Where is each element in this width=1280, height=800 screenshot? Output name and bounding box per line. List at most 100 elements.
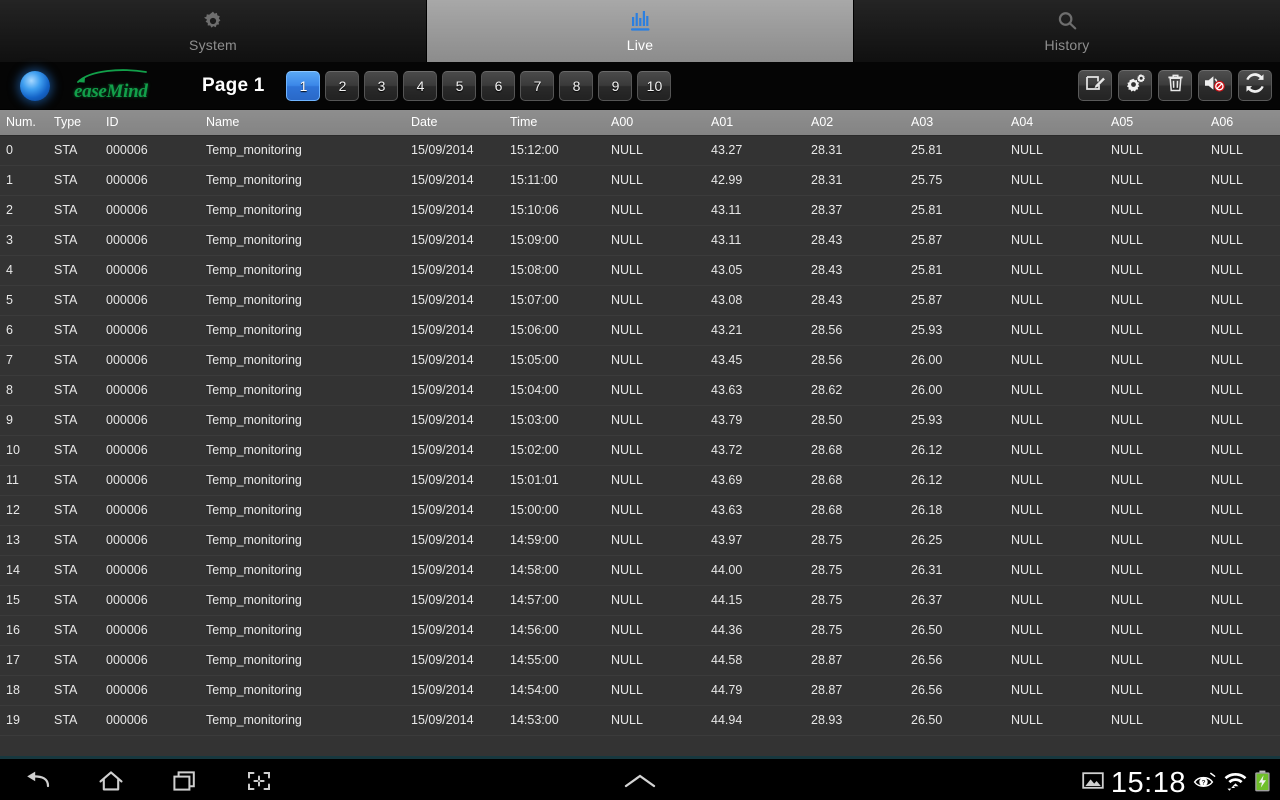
chevron-up-icon[interactable] bbox=[623, 770, 657, 797]
column-header-type[interactable]: Type bbox=[48, 110, 100, 136]
page-button-3[interactable]: 3 bbox=[364, 70, 399, 101]
column-header-date[interactable]: Date bbox=[405, 110, 504, 136]
battery-charging-icon bbox=[1254, 770, 1271, 797]
recents-button[interactable] bbox=[148, 759, 222, 800]
column-header-a03[interactable]: A03 bbox=[905, 110, 1005, 136]
cell-name: Temp_monitoring bbox=[200, 315, 405, 346]
table-row[interactable]: 18 STA 000006 Temp_monitoring 15/09/2014 14:5… bbox=[0, 675, 1280, 706]
mute-button[interactable] bbox=[1198, 70, 1232, 101]
screenshot-button[interactable] bbox=[222, 759, 296, 800]
table-row[interactable]: 19 STA 000006 Temp_monitoring 15/09/2014 14:5… bbox=[0, 705, 1280, 736]
cell-num: 11 bbox=[0, 465, 48, 496]
table-row[interactable]: 14 STA 000006 Temp_monitoring 15/09/2014 14:5… bbox=[0, 555, 1280, 586]
column-header-a06[interactable]: A06 bbox=[1205, 110, 1280, 136]
column-header-name[interactable]: Name bbox=[200, 110, 405, 136]
cell-date: 15/09/2014 bbox=[405, 405, 504, 436]
cell-id: 000006 bbox=[100, 465, 200, 496]
cell-id: 000006 bbox=[100, 555, 200, 586]
cell-a02: 28.93 bbox=[805, 705, 905, 736]
table-row[interactable]: 15 STA 000006 Temp_monitoring 15/09/2014 14:5… bbox=[0, 585, 1280, 616]
cell-a02: 28.87 bbox=[805, 675, 905, 706]
cell-date: 15/09/2014 bbox=[405, 195, 504, 226]
table-row[interactable]: 1 STA 000006 Temp_monitoring 15/09/2014 15:11… bbox=[0, 165, 1280, 196]
cell-a06: NULL bbox=[1205, 225, 1280, 256]
table-row[interactable]: 2 STA 000006 Temp_monitoring 15/09/2014 15:10… bbox=[0, 195, 1280, 226]
column-header-a05[interactable]: A05 bbox=[1105, 110, 1205, 136]
table-row[interactable]: 7 STA 000006 Temp_monitoring 15/09/2014 15:05… bbox=[0, 345, 1280, 376]
home-button[interactable] bbox=[74, 759, 148, 800]
page-button-10[interactable]: 10 bbox=[637, 70, 672, 101]
cell-a01: 43.69 bbox=[705, 465, 805, 496]
data-table-container[interactable]: Num. Type ID Name Date Time A00 A01 A02 … bbox=[0, 110, 1280, 756]
settings-button[interactable] bbox=[1118, 70, 1152, 101]
page-button-2[interactable]: 2 bbox=[325, 70, 360, 101]
table-row[interactable]: 17 STA 000006 Temp_monitoring 15/09/2014 14:5… bbox=[0, 645, 1280, 676]
cell-type: STA bbox=[48, 345, 100, 376]
table-row[interactable]: 13 STA 000006 Temp_monitoring 15/09/2014 14:5… bbox=[0, 525, 1280, 556]
table-row[interactable]: 16 STA 000006 Temp_monitoring 15/09/2014 14:5… bbox=[0, 615, 1280, 646]
column-header-id[interactable]: ID bbox=[100, 110, 200, 136]
table-row[interactable]: 9 STA 000006 Temp_monitoring 15/09/2014 15:03… bbox=[0, 405, 1280, 436]
refresh-sync-icon bbox=[1245, 73, 1265, 98]
tab-live[interactable]: Live bbox=[427, 0, 854, 62]
refresh-button[interactable] bbox=[1238, 70, 1272, 101]
cell-id: 000006 bbox=[100, 525, 200, 556]
cell-name: Temp_monitoring bbox=[200, 615, 405, 646]
cell-name: Temp_monitoring bbox=[200, 495, 405, 526]
cell-num: 8 bbox=[0, 375, 48, 406]
table-row[interactable]: 6 STA 000006 Temp_monitoring 15/09/2014 15:06… bbox=[0, 315, 1280, 346]
table-row[interactable]: 10 STA 000006 Temp_monitoring 15/09/2014 15:0… bbox=[0, 435, 1280, 466]
cell-date: 15/09/2014 bbox=[405, 135, 504, 166]
column-header-a00[interactable]: A00 bbox=[605, 110, 705, 136]
page-button-8[interactable]: 8 bbox=[559, 70, 594, 101]
tab-history[interactable]: History bbox=[854, 0, 1280, 62]
status-tray[interactable]: 15:18 ? bbox=[1082, 768, 1280, 798]
column-header-a01[interactable]: A01 bbox=[705, 110, 805, 136]
cell-a04: NULL bbox=[1005, 525, 1105, 556]
back-button[interactable] bbox=[0, 759, 74, 800]
page-button-6[interactable]: 6 bbox=[481, 70, 516, 101]
column-header-a02[interactable]: A02 bbox=[805, 110, 905, 136]
column-header-num[interactable]: Num. bbox=[0, 110, 48, 136]
cell-type: STA bbox=[48, 525, 100, 556]
table-body: 0 STA 000006 Temp_monitoring 15/09/2014 15:12… bbox=[0, 135, 1280, 736]
page-button-7[interactable]: 7 bbox=[520, 70, 555, 101]
cell-date: 15/09/2014 bbox=[405, 225, 504, 256]
page-button-4[interactable]: 4 bbox=[403, 70, 438, 101]
cell-num: 3 bbox=[0, 225, 48, 256]
edit-note-button[interactable] bbox=[1078, 70, 1112, 101]
cell-name: Temp_monitoring bbox=[200, 465, 405, 496]
page-button-1[interactable]: 1 bbox=[286, 70, 321, 101]
cell-a01: 44.58 bbox=[705, 645, 805, 676]
cell-a04: NULL bbox=[1005, 195, 1105, 226]
cell-a05: NULL bbox=[1105, 435, 1205, 466]
table-row[interactable]: 5 STA 000006 Temp_monitoring 15/09/2014 15:07… bbox=[0, 285, 1280, 316]
cell-num: 5 bbox=[0, 285, 48, 316]
cell-type: STA bbox=[48, 705, 100, 736]
cell-name: Temp_monitoring bbox=[200, 405, 405, 436]
table-row[interactable]: 4 STA 000006 Temp_monitoring 15/09/2014 15:08… bbox=[0, 255, 1280, 286]
cell-a05: NULL bbox=[1105, 285, 1205, 316]
cell-a05: NULL bbox=[1105, 255, 1205, 286]
cell-a02: 28.75 bbox=[805, 525, 905, 556]
table-row[interactable]: 12 STA 000006 Temp_monitoring 15/09/2014 15:0… bbox=[0, 495, 1280, 526]
table-row[interactable]: 0 STA 000006 Temp_monitoring 15/09/2014 15:12… bbox=[0, 135, 1280, 166]
page-button-5[interactable]: 5 bbox=[442, 70, 477, 101]
cell-a06: NULL bbox=[1205, 675, 1280, 706]
cell-a00: NULL bbox=[605, 465, 705, 496]
tab-history-label: History bbox=[1044, 37, 1090, 53]
cell-a00: NULL bbox=[605, 555, 705, 586]
cell-a06: NULL bbox=[1205, 555, 1280, 586]
tab-system[interactable]: System bbox=[0, 0, 427, 62]
cell-date: 15/09/2014 bbox=[405, 705, 504, 736]
delete-button[interactable] bbox=[1158, 70, 1192, 101]
column-header-time[interactable]: Time bbox=[504, 110, 605, 136]
table-row[interactable]: 8 STA 000006 Temp_monitoring 15/09/2014 15:04… bbox=[0, 375, 1280, 406]
cell-a01: 44.79 bbox=[705, 675, 805, 706]
column-header-a04[interactable]: A04 bbox=[1005, 110, 1105, 136]
cell-date: 15/09/2014 bbox=[405, 585, 504, 616]
page-button-9[interactable]: 9 bbox=[598, 70, 633, 101]
table-row[interactable]: 3 STA 000006 Temp_monitoring 15/09/2014 15:09… bbox=[0, 225, 1280, 256]
table-row[interactable]: 11 STA 000006 Temp_monitoring 15/09/2014 15:0… bbox=[0, 465, 1280, 496]
cell-a05: NULL bbox=[1105, 195, 1205, 226]
